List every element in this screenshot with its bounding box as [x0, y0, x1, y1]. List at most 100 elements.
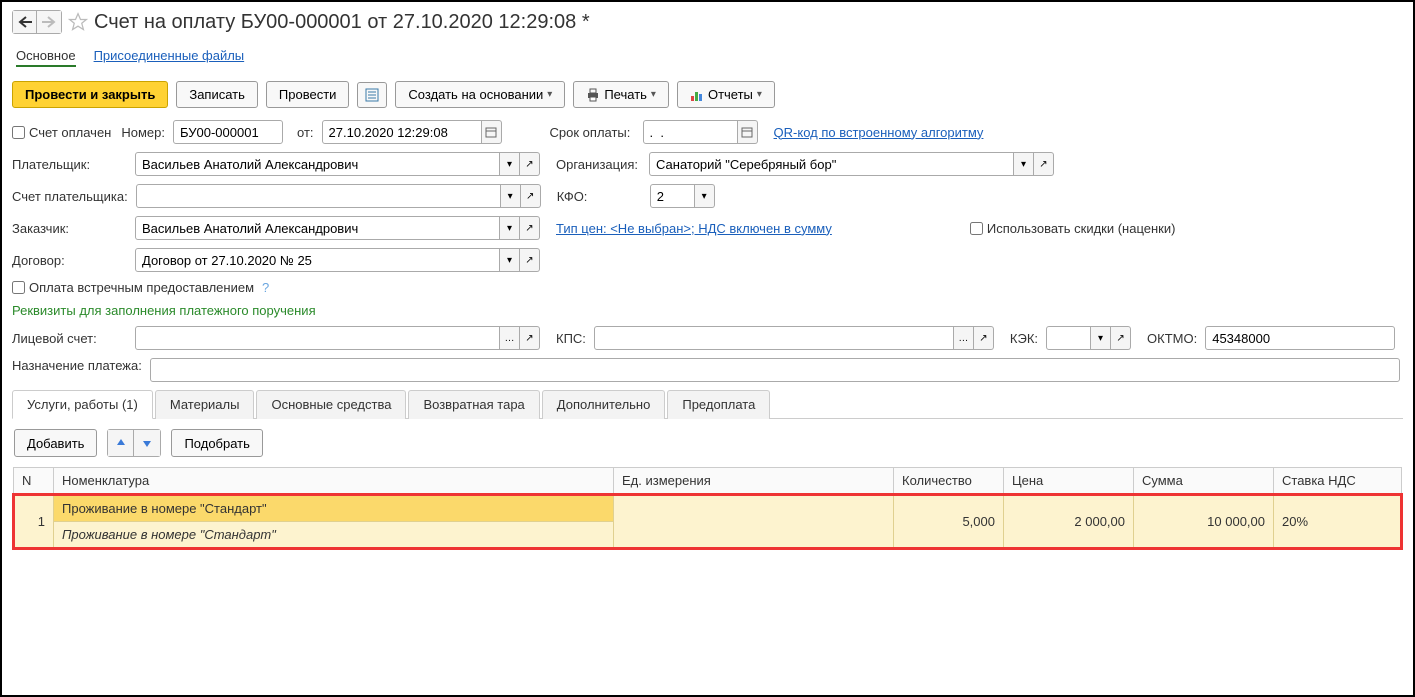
cell-nomenclature[interactable]: Проживание в номере "Стандарт" — [54, 495, 614, 522]
tab-returnable[interactable]: Возвратная тара — [408, 390, 539, 419]
back-button[interactable] — [13, 11, 37, 33]
arrow-down-icon — [141, 437, 153, 449]
tab-attached-files[interactable]: Присоединенные файлы — [94, 46, 245, 67]
cell-description[interactable]: Проживание в номере "Стандарт" — [54, 522, 614, 549]
calendar-icon — [741, 126, 753, 138]
oktmo-input[interactable] — [1205, 326, 1395, 350]
favorite-star-icon[interactable] — [68, 12, 88, 32]
col-unit[interactable]: Ед. измерения — [614, 468, 894, 495]
org-input[interactable] — [649, 152, 1014, 176]
kps-select[interactable]: … — [954, 326, 974, 350]
payer-dropdown[interactable]: ▾ — [500, 152, 520, 176]
calendar-button[interactable] — [482, 120, 502, 144]
tab-assets[interactable]: Основные средства — [256, 390, 406, 419]
payer-input[interactable] — [135, 152, 500, 176]
org-label: Организация: — [556, 157, 641, 172]
paid-checkbox-wrap[interactable]: Счет оплачен — [12, 125, 111, 140]
save-button[interactable]: Записать — [176, 81, 258, 108]
arrow-up-icon — [115, 437, 127, 449]
discount-checkbox[interactable] — [970, 222, 983, 235]
customer-input[interactable] — [135, 216, 500, 240]
col-qty[interactable]: Количество — [894, 468, 1004, 495]
account-input[interactable] — [135, 326, 500, 350]
date-input[interactable] — [322, 120, 482, 144]
col-n[interactable]: N — [14, 468, 54, 495]
number-label: Номер: — [121, 125, 165, 140]
chart-icon — [690, 88, 704, 102]
col-sum[interactable]: Сумма — [1134, 468, 1274, 495]
paid-checkbox[interactable] — [12, 126, 25, 139]
arrow-left-icon — [18, 16, 32, 28]
tab-main[interactable]: Основное — [16, 46, 76, 67]
cell-vat[interactable]: 20% — [1274, 495, 1402, 549]
qr-link[interactable]: QR-код по встроенному алгоритму — [774, 125, 984, 140]
col-price[interactable]: Цена — [1004, 468, 1134, 495]
cell-sum[interactable]: 10 000,00 — [1134, 495, 1274, 549]
kek-input[interactable] — [1046, 326, 1091, 350]
col-nomenclature[interactable]: Номенклатура — [54, 468, 614, 495]
due-date-input[interactable] — [643, 120, 738, 144]
customer-label: Заказчик: — [12, 221, 127, 236]
move-down-button[interactable] — [134, 430, 160, 456]
account-label: Лицевой счет: — [12, 331, 127, 346]
add-row-button[interactable]: Добавить — [14, 429, 97, 457]
movements-button[interactable] — [357, 82, 387, 108]
price-type-link[interactable]: Тип цен: <Не выбран>; НДС включен в сумм… — [556, 221, 832, 236]
reports-button[interactable]: Отчеты — [677, 81, 775, 108]
forward-button[interactable] — [37, 11, 61, 33]
cell-unit[interactable] — [614, 495, 894, 549]
tab-services[interactable]: Услуги, работы (1) — [12, 390, 153, 419]
oktmo-label: ОКТМО: — [1147, 331, 1197, 346]
tab-materials[interactable]: Материалы — [155, 390, 255, 419]
kps-input[interactable] — [594, 326, 954, 350]
org-open[interactable]: ↗ — [1034, 152, 1054, 176]
discount-checkbox-wrap[interactable]: Использовать скидки (наценки) — [970, 221, 1176, 236]
contract-open[interactable]: ↗ — [520, 248, 540, 272]
kek-dropdown[interactable]: ▾ — [1091, 326, 1111, 350]
customer-dropdown[interactable]: ▾ — [500, 216, 520, 240]
due-calendar-button[interactable] — [738, 120, 758, 144]
nav-history-buttons — [12, 10, 62, 34]
number-input[interactable] — [173, 120, 283, 144]
cell-n[interactable]: 1 — [14, 495, 54, 549]
payer-account-open[interactable]: ↗ — [521, 184, 541, 208]
printer-icon — [586, 88, 600, 102]
post-and-close-button[interactable]: Провести и закрыть — [12, 81, 168, 108]
tab-prepayment[interactable]: Предоплата — [667, 390, 770, 419]
calendar-icon — [485, 126, 497, 138]
table-row[interactable]: 1 Проживание в номере "Стандарт" 5,000 2… — [14, 495, 1402, 522]
post-button[interactable]: Провести — [266, 81, 350, 108]
contract-dropdown[interactable]: ▾ — [500, 248, 520, 272]
kfo-dropdown[interactable]: ▾ — [695, 184, 715, 208]
account-open[interactable]: ↗ — [520, 326, 540, 350]
payer-account-dropdown[interactable]: ▾ — [501, 184, 521, 208]
cell-qty[interactable]: 5,000 — [894, 495, 1004, 549]
cell-price[interactable]: 2 000,00 — [1004, 495, 1134, 549]
kek-open[interactable]: ↗ — [1111, 326, 1131, 350]
kek-label: КЭК: — [1010, 331, 1038, 346]
customer-open[interactable]: ↗ — [520, 216, 540, 240]
payer-account-label: Счет плательщика: — [12, 189, 128, 204]
kps-label: КПС: — [556, 331, 586, 346]
payer-open[interactable]: ↗ — [520, 152, 540, 176]
kfo-input[interactable] — [650, 184, 695, 208]
org-dropdown[interactable]: ▾ — [1014, 152, 1034, 176]
arrow-right-icon — [42, 16, 56, 28]
kps-open[interactable]: ↗ — [974, 326, 994, 350]
contract-input[interactable] — [135, 248, 500, 272]
purpose-input[interactable] — [150, 358, 1400, 382]
col-vat[interactable]: Ставка НДС — [1274, 468, 1402, 495]
print-button[interactable]: Печать — [573, 81, 669, 108]
create-from-button[interactable]: Создать на основании — [395, 81, 565, 108]
account-select[interactable]: … — [500, 326, 520, 350]
payer-label: Плательщик: — [12, 157, 127, 172]
list-icon — [365, 88, 379, 102]
counter-payment-checkbox[interactable] — [12, 281, 25, 294]
payer-account-input[interactable] — [136, 184, 501, 208]
help-icon[interactable]: ? — [262, 280, 269, 295]
pick-button[interactable]: Подобрать — [171, 429, 262, 457]
kfo-label: КФО: — [557, 189, 642, 204]
move-up-button[interactable] — [108, 430, 134, 456]
tab-additional[interactable]: Дополнительно — [542, 390, 666, 419]
counter-payment-wrap[interactable]: Оплата встречным предоставлением — [12, 280, 254, 295]
